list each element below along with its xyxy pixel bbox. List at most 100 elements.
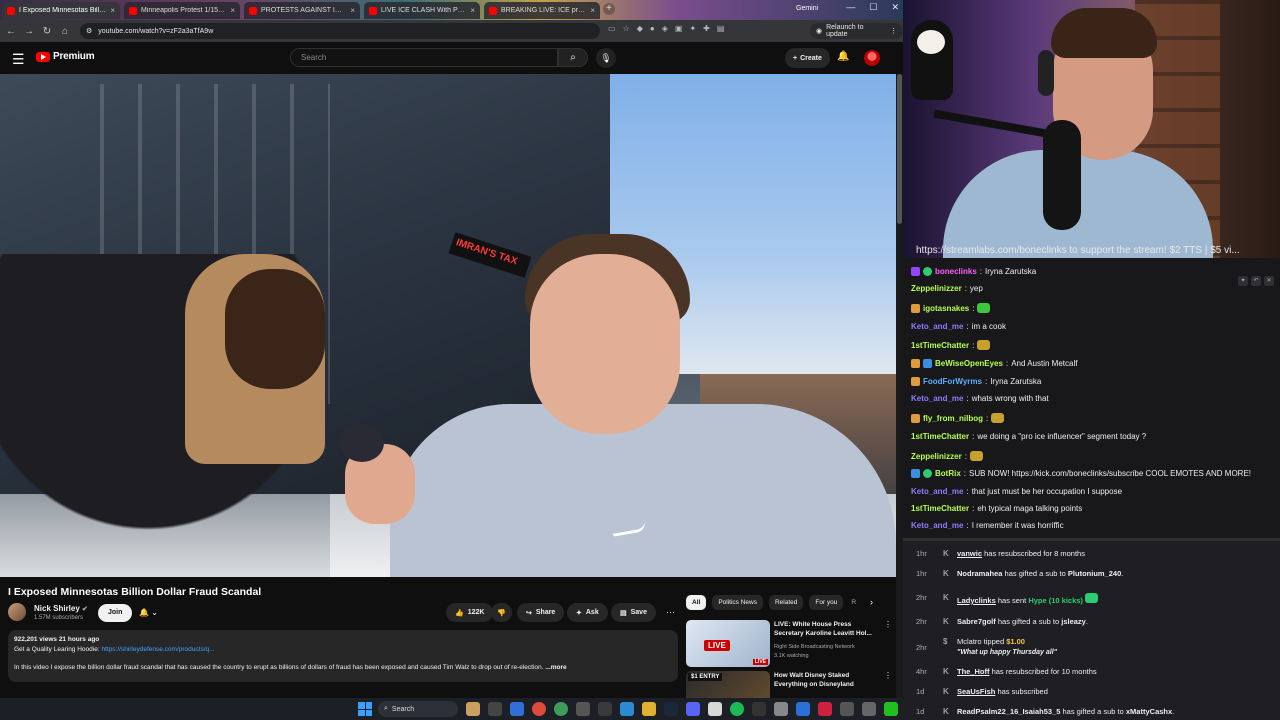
chrome-icon[interactable] bbox=[532, 702, 546, 716]
more-actions-button[interactable]: ⋯ bbox=[661, 603, 680, 622]
discord-icon[interactable] bbox=[686, 702, 700, 716]
app-icon[interactable] bbox=[620, 702, 634, 716]
sidebar-icon[interactable]: ▤ bbox=[717, 24, 725, 33]
recommended-video[interactable]: LIVE LIVE LIVE: White House Press Secret… bbox=[686, 620, 896, 670]
dislike-button[interactable]: 👎 bbox=[491, 603, 512, 622]
cast-icon[interactable]: ▭ bbox=[608, 24, 616, 33]
recommendation-chips: All Politics News Related For you R bbox=[686, 595, 858, 610]
close-tab-icon[interactable]: × bbox=[470, 6, 475, 15]
app-icon[interactable] bbox=[884, 702, 898, 716]
chevron-right-icon[interactable]: › bbox=[870, 597, 873, 607]
share-button[interactable]: ↪ Share bbox=[517, 603, 565, 622]
browser-tab-3[interactable]: PROTESTS AGAINST ICE CONTI × bbox=[244, 2, 360, 19]
recommended-video[interactable]: $1 ENTRY How Walt Disney Staked Everythi… bbox=[686, 671, 896, 698]
channel-name[interactable]: Nick Shirley ✔ bbox=[34, 604, 88, 613]
subscription-bell-button[interactable]: 🔔 ⌄ bbox=[133, 604, 164, 622]
close-tab-icon[interactable]: × bbox=[110, 6, 115, 15]
app-icon[interactable] bbox=[554, 702, 568, 716]
page-scrollbar[interactable] bbox=[896, 74, 903, 698]
reload-icon[interactable]: ↻ bbox=[40, 26, 54, 37]
browser-tab-1[interactable]: I Exposed Minnesotas Billion Do × bbox=[2, 2, 120, 19]
url-field[interactable]: ⚙ youtube.com/watch?v=zF2a3aTfA9w bbox=[80, 23, 600, 39]
app-icon[interactable] bbox=[840, 702, 854, 716]
extension-icon[interactable]: ▣ bbox=[675, 24, 683, 33]
close-icon[interactable]: ✕ bbox=[1264, 276, 1274, 286]
plus-icon: + bbox=[793, 54, 798, 62]
like-button[interactable]: 👍 122K bbox=[446, 603, 494, 622]
more-vert-icon[interactable]: ⋮ bbox=[884, 671, 892, 680]
browser-tab-5[interactable]: BREAKING LIVE: ICE protestors × bbox=[484, 2, 600, 19]
extension-icon[interactable]: ◆ bbox=[637, 24, 643, 33]
badge-icon bbox=[911, 377, 920, 386]
browser-tab-2[interactable]: Minneapolis Protest 1/15 - You × bbox=[124, 2, 240, 19]
taskbar-search[interactable]: ⌕ Search bbox=[378, 701, 458, 717]
save-button[interactable]: ▤ Save bbox=[611, 603, 656, 622]
minimize-icon[interactable]: — bbox=[846, 2, 855, 13]
badge-icon bbox=[911, 469, 920, 478]
app-icon[interactable] bbox=[818, 702, 832, 716]
notifications-bell-icon[interactable]: 🔔 bbox=[837, 51, 849, 62]
chat-message: Keto_and_me: I remember it was horriffic bbox=[911, 521, 1064, 530]
video-description[interactable]: 922,201 views 21 hours ago Get a Quality… bbox=[8, 630, 678, 682]
join-button[interactable]: Join bbox=[98, 604, 133, 622]
scrollbar-thumb[interactable] bbox=[897, 74, 902, 224]
emote-icon bbox=[977, 303, 991, 313]
description-link[interactable]: https://shirleydefense.com/products/q... bbox=[101, 646, 214, 653]
site-info-icon[interactable]: ⚙ bbox=[86, 27, 92, 35]
puzzle-icon[interactable]: ✚ bbox=[703, 24, 710, 33]
create-button[interactable]: + Create bbox=[785, 48, 830, 68]
browser-tab-4[interactable]: LIVE ICE CLASH With Protester × bbox=[364, 2, 480, 19]
close-tab-icon[interactable]: × bbox=[230, 6, 235, 15]
maximize-icon[interactable]: ☐ bbox=[869, 2, 877, 13]
app-icon[interactable] bbox=[796, 702, 810, 716]
steam-icon[interactable] bbox=[664, 702, 678, 716]
extension-icon[interactable]: ◈ bbox=[662, 24, 668, 33]
share-icon: ↪ bbox=[526, 609, 532, 617]
new-tab-button[interactable]: + bbox=[603, 3, 615, 15]
app-icon[interactable] bbox=[862, 702, 876, 716]
close-tab-icon[interactable]: × bbox=[350, 6, 355, 15]
search-button[interactable]: ⌕ bbox=[558, 48, 588, 67]
chip-related[interactable]: Related bbox=[768, 595, 804, 610]
bookmark-star-icon[interactable]: ☆ bbox=[623, 24, 630, 33]
home-icon[interactable]: ⌂ bbox=[58, 26, 72, 37]
ask-button[interactable]: ✦ Ask bbox=[567, 603, 608, 622]
video-player[interactable]: IMRAN'S TAX bbox=[0, 74, 896, 577]
extension-icon[interactable]: ✦ bbox=[689, 24, 696, 33]
chip-politics-news[interactable]: Politics News bbox=[712, 595, 763, 610]
chip-all[interactable]: All bbox=[686, 595, 707, 610]
gemini-button[interactable]: Gemini bbox=[796, 5, 818, 12]
app-icon[interactable] bbox=[752, 702, 766, 716]
search-input[interactable]: Search bbox=[290, 48, 558, 67]
app-icon[interactable] bbox=[598, 702, 612, 716]
channel-avatar[interactable] bbox=[8, 603, 26, 621]
account-avatar[interactable] bbox=[864, 50, 880, 66]
folder-icon[interactable] bbox=[642, 702, 656, 716]
chip-more[interactable]: R bbox=[849, 595, 858, 610]
undo-icon[interactable]: ↶ bbox=[1251, 276, 1261, 286]
show-more-link[interactable]: ...more bbox=[545, 664, 566, 671]
relaunch-button[interactable]: ◉ Relaunch to update ⋮ bbox=[810, 23, 903, 39]
extension-icon[interactable]: ● bbox=[650, 24, 655, 33]
app-icon[interactable] bbox=[774, 702, 788, 716]
app-icon[interactable] bbox=[708, 702, 722, 716]
close-tab-icon[interactable]: × bbox=[590, 6, 595, 15]
more-vert-icon[interactable]: ⋮ bbox=[884, 620, 892, 629]
kick-icon: K bbox=[943, 617, 949, 626]
app-icon[interactable] bbox=[466, 702, 480, 716]
pin-icon[interactable]: ✦ bbox=[1238, 276, 1248, 286]
forward-icon[interactable]: → bbox=[22, 26, 36, 37]
chat-message: fly_from_nilbog: bbox=[911, 413, 1005, 423]
edge-icon[interactable] bbox=[510, 702, 524, 716]
spotify-icon[interactable] bbox=[730, 702, 744, 716]
back-icon[interactable]: ← bbox=[4, 26, 18, 37]
close-window-icon[interactable]: ✕ bbox=[891, 2, 899, 13]
app-icon[interactable] bbox=[576, 702, 590, 716]
youtube-favicon-icon bbox=[249, 6, 257, 15]
chip-for-you[interactable]: For you bbox=[809, 595, 844, 610]
youtube-logo[interactable]: Premium bbox=[36, 51, 95, 62]
task-view-icon[interactable] bbox=[488, 702, 502, 716]
windows-start-icon[interactable] bbox=[358, 702, 372, 716]
menu-icon[interactable]: ☰ bbox=[12, 51, 25, 68]
voice-search-button[interactable]: 🎙 bbox=[596, 48, 616, 68]
